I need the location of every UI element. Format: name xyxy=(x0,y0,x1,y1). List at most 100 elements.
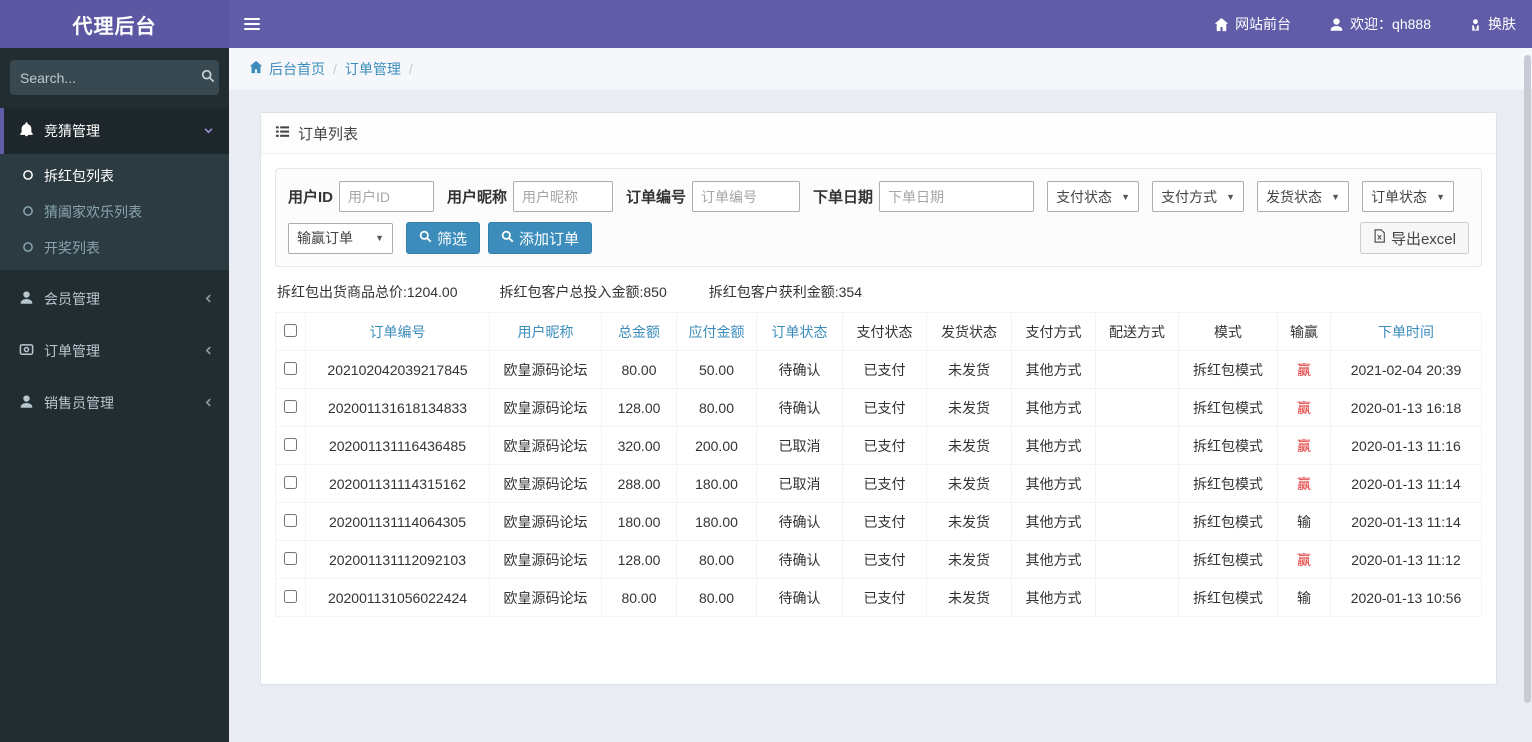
user-icon xyxy=(1329,17,1344,32)
cell-pstatus: 已支付 xyxy=(842,426,927,465)
cell-method: 其他方式 xyxy=(1011,388,1096,427)
table-row: 202001131114064305 欧皇源码论坛 180.00 180.00 待确认已… xyxy=(275,502,1482,541)
sidebar-item-salesman-management[interactable]: 销售员管理 xyxy=(0,380,229,426)
sidebar-search-input[interactable] xyxy=(20,69,201,86)
user-icon xyxy=(19,394,34,412)
user-icon xyxy=(19,290,34,308)
cell-ship: 未发货 xyxy=(926,540,1012,579)
cell-delivery xyxy=(1095,540,1179,579)
export-excel-button[interactable]: 导出excel xyxy=(1359,222,1469,254)
sidebar-item-member-management[interactable]: 会员管理 xyxy=(0,276,229,322)
cell-total: 288.00 xyxy=(601,464,677,503)
order-date-input[interactable] xyxy=(879,181,1035,212)
sidebar-item-label: 订单管理 xyxy=(44,343,100,359)
order-list-panel: 订单列表 用户ID 用户昵称 订单编号 xyxy=(260,112,1497,685)
cell-win: 赢 xyxy=(1277,388,1331,427)
table-header-row: 订单编号 用户昵称 总金额 应付金额 订单状态 支付状态 发货状态 支付方式 配… xyxy=(275,312,1482,351)
change-skin-button[interactable]: 换肤 xyxy=(1469,14,1516,34)
skin-user-icon xyxy=(1469,17,1482,32)
select-value: 订单状态 xyxy=(1371,188,1428,205)
cell-total: 80.00 xyxy=(601,350,677,389)
cell-no: 202001131116436485 xyxy=(305,426,490,465)
sidebar-item-lottery-list[interactable]: 开奖列表 xyxy=(0,230,229,266)
win-lose-select[interactable]: 输赢订单 ▼ xyxy=(288,222,393,254)
table-row: 202001131114315162 欧皇源码论坛 288.00 180.00 已取消已… xyxy=(275,464,1482,503)
sidebar-item-betting-management[interactable]: 竞猜管理 xyxy=(0,108,229,154)
brand-logo[interactable]: 代理后台 xyxy=(0,0,229,48)
header-pay-method: 支付方式 xyxy=(1011,312,1096,351)
cell-win: 输 xyxy=(1277,502,1331,541)
filter-button[interactable]: 筛选 xyxy=(406,222,481,254)
breadcrumb: 后台首页 / 订单管理 / xyxy=(229,48,1532,90)
header-order-status[interactable]: 订单状态 xyxy=(756,312,843,351)
header-payable[interactable]: 应付金额 xyxy=(676,312,757,351)
cell-method: 其他方式 xyxy=(1011,540,1096,579)
cell-pstatus: 已支付 xyxy=(842,502,927,541)
header-total[interactable]: 总金额 xyxy=(601,312,677,351)
row-checkbox[interactable] xyxy=(284,551,297,565)
breadcrumb-current-link[interactable]: 订单管理 xyxy=(345,59,401,79)
cell-nick: 欧皇源码论坛 xyxy=(489,578,602,617)
cell-pay: 180.00 xyxy=(676,502,757,541)
row-checkbox[interactable] xyxy=(284,513,297,527)
sidebar-item-order-management[interactable]: 订单管理 xyxy=(0,328,229,374)
cell-pstatus: 已支付 xyxy=(842,350,927,389)
site-front-link[interactable]: 网站前台 xyxy=(1214,14,1291,34)
header-order-time[interactable]: 下单时间 xyxy=(1330,312,1482,351)
select-value: 支付方式 xyxy=(1161,188,1218,205)
header-nickname[interactable]: 用户昵称 xyxy=(489,312,602,351)
cell-pay: 80.00 xyxy=(676,540,757,579)
table-row: 202001131056022424 欧皇源码论坛 80.00 80.00 待确认 已支付… xyxy=(275,578,1482,617)
list-icon xyxy=(275,124,290,143)
nickname-input[interactable] xyxy=(513,181,614,212)
row-checkbox-cell xyxy=(275,388,306,427)
cell-nick: 欧皇源码论坛 xyxy=(489,540,602,579)
row-checkbox[interactable] xyxy=(284,437,297,451)
cell-win: 赢 xyxy=(1277,350,1331,389)
header-order-no[interactable]: 订单编号 xyxy=(305,312,490,351)
stat-total-goods-price: 拆红包出货商品总价:1204.00 xyxy=(277,284,458,300)
row-checkbox[interactable] xyxy=(284,589,297,603)
summary-stats: 拆红包出货商品总价:1204.00 拆红包客户总投入金额:850 拆红包客户获利… xyxy=(277,282,1480,302)
add-order-button[interactable]: 添加订单 xyxy=(488,222,593,254)
user-id-input[interactable] xyxy=(339,181,435,212)
bell-icon xyxy=(19,122,34,140)
breadcrumb-home-link[interactable]: 后台首页 xyxy=(249,59,325,79)
cell-mode: 拆红包模式 xyxy=(1178,540,1278,579)
filter-label-order-date: 下单日期 xyxy=(813,189,874,206)
user-welcome[interactable]: 欢迎：qh888 xyxy=(1329,14,1431,34)
caret-down-icon: ▼ xyxy=(1436,191,1446,202)
header-pay-status: 支付状态 xyxy=(842,312,927,351)
row-checkbox[interactable] xyxy=(284,399,297,413)
vertical-scrollbar[interactable] xyxy=(1524,55,1531,703)
skin-label: 换肤 xyxy=(1488,16,1516,32)
table-row: 202001131112092103 欧皇源码论坛 128.00 80.00 待确认 已支… xyxy=(275,540,1482,579)
pay-method-select[interactable]: 支付方式 ▼ xyxy=(1152,181,1245,212)
header-mode: 模式 xyxy=(1178,312,1278,351)
order-no-input[interactable] xyxy=(692,181,801,212)
order-status-select[interactable]: 订单状态 ▼ xyxy=(1362,181,1455,212)
row-checkbox-cell xyxy=(275,350,306,389)
submenu-item-label: 开奖列表 xyxy=(44,240,100,256)
card-icon xyxy=(19,342,34,360)
select-value: 输赢订单 xyxy=(297,230,353,246)
filter-label-order-no: 订单编号 xyxy=(626,189,687,206)
cell-time: 2020-01-13 10:56 xyxy=(1330,578,1482,617)
row-checkbox[interactable] xyxy=(284,361,297,375)
add-order-button-label: 添加订单 xyxy=(519,230,580,248)
search-icon[interactable] xyxy=(201,69,215,86)
order-table-body: 202102042039217845 欧皇源码论坛 80.00 50.00 待确认 已支付… xyxy=(275,350,1482,617)
select-all-checkbox[interactable] xyxy=(284,323,297,337)
ship-status-select[interactable]: 发货状态 ▼ xyxy=(1257,181,1350,212)
sidebar-item-red-packet-list[interactable]: 拆红包列表 xyxy=(0,158,229,194)
export-excel-label: 导出excel xyxy=(1390,230,1456,248)
row-checkbox[interactable] xyxy=(284,475,297,489)
cell-time: 2020-01-13 11:12 xyxy=(1330,540,1482,579)
pay-status-select[interactable]: 支付状态 ▼ xyxy=(1047,181,1140,212)
cell-win: 输 xyxy=(1277,578,1331,617)
sidebar-item-family-fun-list[interactable]: 猜阖家欢乐列表 xyxy=(0,194,229,230)
caret-down-icon: ▼ xyxy=(1121,191,1131,202)
row-checkbox-cell xyxy=(275,578,306,617)
sidebar-toggle-button[interactable] xyxy=(229,0,275,48)
row-checkbox-cell xyxy=(275,540,306,579)
